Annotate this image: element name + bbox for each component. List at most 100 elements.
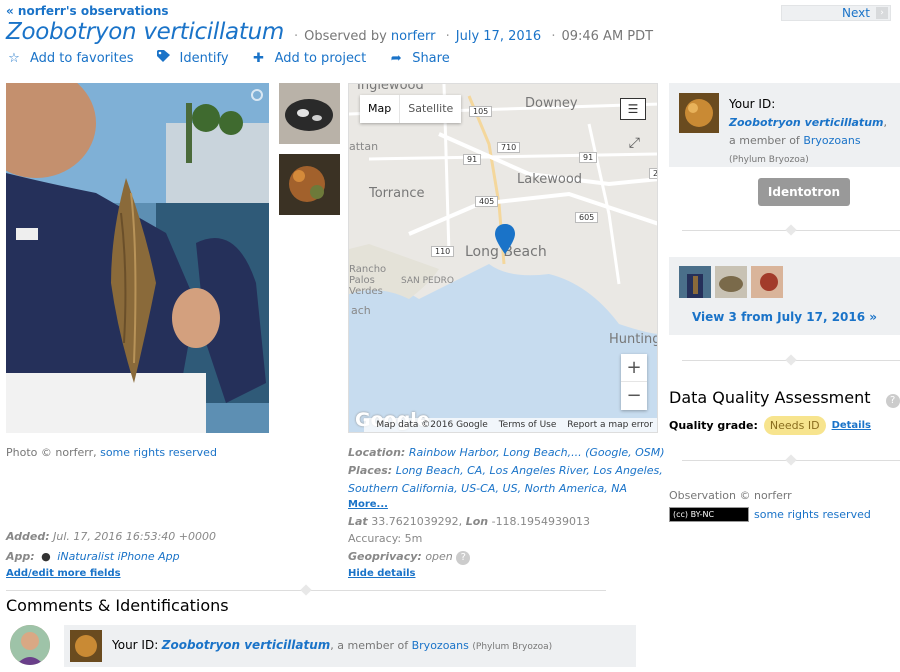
section-divider — [6, 584, 606, 596]
observation-thumbnail[interactable] — [751, 266, 783, 298]
license-link[interactable]: some rights reserved — [754, 508, 871, 521]
share-arrow-icon: ➦ — [390, 50, 402, 66]
report-map-error-link[interactable]: Report a map error — [567, 420, 653, 430]
places-row-2: Southern California, US-CA, US, North Am… — [348, 482, 627, 495]
time-text: 09:46 AM PDT — [561, 29, 654, 44]
license-row: (cc) BY-NC some rights reserved — [669, 507, 871, 522]
dqa-heading: Data Quality Assessment ? — [669, 388, 900, 408]
road-shield: 91 — [463, 154, 482, 165]
needs-id-badge: Needs ID — [763, 416, 826, 435]
date-link[interactable]: July 17, 2016 — [456, 29, 541, 44]
fullscreen-icon[interactable]: ⤢ — [629, 135, 640, 151]
group-link[interactable]: Bryozoans — [803, 134, 860, 147]
help-icon[interactable]: ? — [456, 551, 471, 565]
taxon-thumbnail[interactable] — [70, 630, 102, 662]
apple-icon: ● — [41, 550, 51, 563]
layers-icon[interactable]: ☰ — [620, 98, 646, 120]
hide-details-link[interactable]: Hide details — [348, 568, 416, 579]
identotron-button[interactable]: Identotron — [758, 178, 850, 206]
quality-details-link[interactable]: Details — [832, 420, 871, 431]
dqa-title: Data Quality Assessment — [669, 388, 871, 407]
added-row: Added: Jul. 17, 2016 16:53:40 +0000 — [6, 530, 216, 543]
view-more-link[interactable]: View 3 from July 17, 2016 » — [669, 310, 900, 324]
page-title[interactable]: Zoobotryon verticillatum — [6, 19, 284, 45]
added-value: Jul. 17, 2016 16:53:40 +0000 — [53, 530, 217, 543]
help-icon[interactable]: ? — [885, 394, 900, 408]
your-id-label: Your ID: — [729, 97, 776, 111]
lat-value: 33.7621039292, — [371, 515, 463, 528]
nearby-observations-panel: View 3 from July 17, 2016 » — [669, 257, 900, 335]
places-links[interactable]: Southern California, US-CA, US, North Am… — [348, 482, 627, 495]
identification-text: Your ID: Zoobotryon verticillatum, a mem… — [112, 638, 552, 652]
zoom-out-button[interactable]: − — [621, 382, 647, 410]
location-link[interactable]: Rainbow Harbor, Long Beach,... — [409, 446, 582, 459]
map-place-label: Huntington — [609, 332, 657, 347]
cc-license-icon[interactable]: (cc) BY-NC — [669, 507, 749, 522]
coordinates-row: Lat 33.7621039292, Lon -118.1954939013 — [348, 515, 590, 528]
geoprivacy-value: open — [425, 550, 453, 563]
next-label: Next — [842, 6, 870, 20]
location-source-link[interactable]: (Google, OSM) — [585, 446, 665, 459]
your-id-text: Your ID: Zoobotryon verticillatum, a mem… — [729, 95, 897, 169]
road-shield: 105 — [469, 106, 493, 117]
tag-icon — [156, 50, 172, 66]
next-button[interactable]: Next › — [781, 5, 891, 21]
map-place-label: attan — [349, 140, 379, 153]
photo-thumbnail[interactable] — [279, 83, 340, 144]
observation-credit: Observation © norferr — [669, 489, 792, 502]
share-button[interactable]: ➦ Share — [388, 50, 450, 66]
map-type-map-button[interactable]: Map — [360, 95, 401, 123]
location-row: Location: Rainbow Harbor, Long Beach,...… — [348, 446, 665, 459]
identify-button[interactable]: Identify — [156, 50, 229, 66]
map-type-control: Map Satellite — [360, 95, 462, 123]
places-label: Places: — [348, 464, 393, 477]
app-row: App: ● iNaturalist iPhone App — [6, 550, 180, 563]
main-observation-photo[interactable] — [6, 83, 269, 433]
section-divider — [682, 354, 900, 366]
observer-link[interactable]: norferr — [391, 29, 436, 44]
photo-license-link[interactable]: some rights reserved — [100, 446, 217, 459]
map-type-satellite-button[interactable]: Satellite — [400, 95, 461, 123]
taxon-link[interactable]: Zoobotryon verticillatum — [162, 638, 331, 652]
road-shield: 710 — [497, 142, 521, 153]
back-to-observations-link[interactable]: « norferr's observations — [6, 4, 169, 18]
map-place-label: ach — [351, 304, 371, 317]
road-shield: 405 — [475, 196, 499, 207]
photo-thumbnail[interactable] — [279, 154, 340, 215]
terms-of-use-link[interactable]: Terms of Use — [499, 420, 557, 430]
star-outline-icon: ☆ — [8, 50, 20, 66]
location-map[interactable]: Inglewood Downey Lakewood Torrance Long … — [348, 83, 658, 433]
lon-value: -118.1954939013 — [491, 515, 591, 528]
observation-thumbnail[interactable] — [715, 266, 747, 298]
observation-thumbnail[interactable] — [679, 266, 711, 298]
add-edit-fields-link[interactable]: Add/edit more fields — [6, 568, 121, 579]
section-divider — [682, 454, 900, 466]
avatar[interactable] — [10, 625, 50, 665]
zoom-icon — [251, 89, 263, 101]
quality-grade-label: Quality grade: — [669, 419, 758, 432]
your-id-panel: Your ID: Zoobotryon verticillatum, a mem… — [669, 83, 900, 167]
comments-heading: Comments & Identifications — [6, 596, 229, 615]
map-place-label: SAN PEDRO — [401, 276, 455, 286]
taxon-link[interactable]: Zoobotryon verticillatum — [729, 116, 883, 129]
more-places-link[interactable]: More... — [348, 499, 388, 510]
app-label: App: — [6, 550, 35, 563]
app-link[interactable]: iNaturalist iPhone App — [57, 550, 179, 563]
zoom-in-button[interactable]: + — [621, 354, 647, 382]
road-shield: 110 — [431, 246, 455, 257]
add-to-project-button[interactable]: ✚ Add to project — [251, 50, 366, 66]
places-links[interactable]: Long Beach, CA, Los Angeles River, Los A… — [396, 464, 663, 477]
your-id-label: Your ID: — [112, 638, 159, 652]
photo-credit: Photo © norferr, some rights reserved — [6, 446, 217, 459]
add-to-favorites-button[interactable]: ☆ Add to favorites — [6, 50, 133, 66]
section-divider — [682, 224, 900, 236]
accuracy-text: Accuracy: 5m — [348, 532, 423, 545]
map-place-label: Downey — [525, 96, 578, 111]
zoom-control: + − — [621, 354, 647, 410]
places-row: Places: Long Beach, CA, Los Angeles Rive… — [348, 464, 663, 477]
taxon-thumbnail[interactable] — [679, 93, 719, 133]
phylum-text: (Phylum Bryozoa) — [729, 155, 809, 165]
map-pin-icon[interactable] — [495, 224, 515, 254]
group-link[interactable]: Bryozoans — [412, 639, 469, 652]
location-label: Location: — [348, 446, 406, 459]
